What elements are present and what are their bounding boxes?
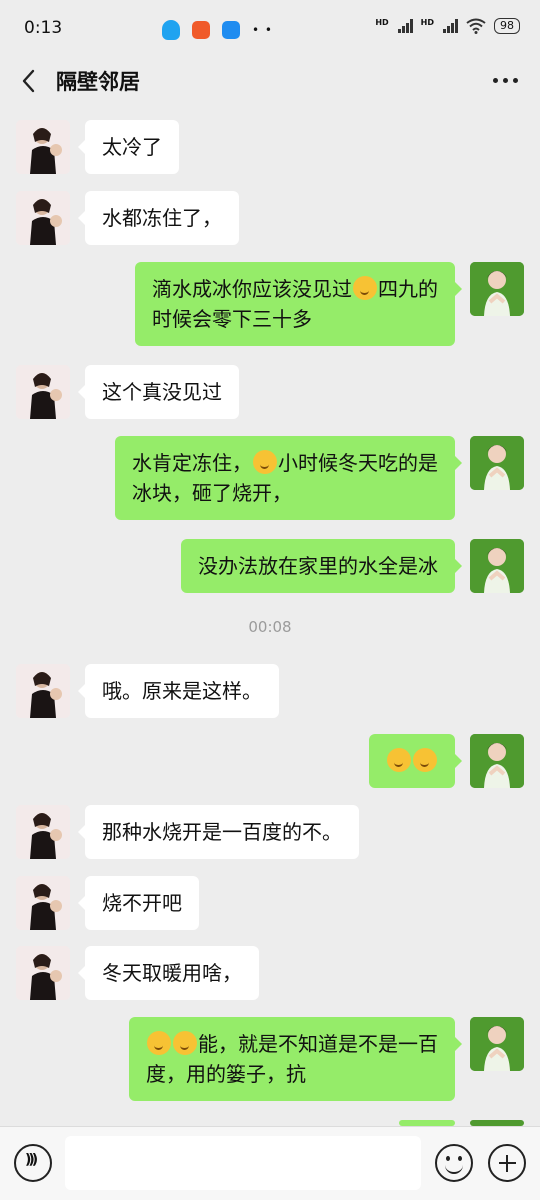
thinking-emoji-icon — [253, 450, 277, 474]
message-input[interactable] — [65, 1136, 421, 1190]
message-text: 水肯定冻住， — [132, 451, 252, 475]
qq-icon — [162, 20, 180, 40]
message-timestamp: 00:08 — [248, 618, 292, 636]
notification-icons: • • — [162, 20, 273, 40]
self-avatar[interactable] — [470, 539, 524, 593]
thinking-emoji-icon — [413, 748, 437, 772]
message-bubble[interactable]: 滴水成冰你应该没见过 四九的时候会零下三十多 — [135, 262, 462, 346]
message-text: 冰块，砸了烧开， — [132, 481, 292, 505]
back-icon[interactable] — [18, 68, 42, 94]
contact-avatar[interactable] — [16, 805, 70, 859]
contact-avatar[interactable] — [16, 191, 70, 245]
contact-avatar[interactable] — [16, 946, 70, 1000]
contact-avatar[interactable] — [16, 664, 70, 718]
self-avatar[interactable] — [470, 734, 524, 788]
status-indicators: HD HD 98 — [375, 18, 520, 34]
message-text: 时候会零下三十多 — [152, 307, 312, 331]
more-options-icon[interactable] — [493, 78, 518, 83]
status-time: 0:13 — [24, 18, 63, 38]
message-bubble[interactable]: 水肯定冻住， 小时候冬天吃的是冰块，砸了烧开， — [115, 436, 462, 520]
message-text: 度，用的篓子，抗 — [146, 1062, 306, 1086]
self-avatar[interactable] — [470, 262, 524, 316]
signal-icon — [443, 19, 458, 33]
message-bubble[interactable]: 这个真没见过 — [78, 365, 239, 419]
self-avatar[interactable] — [470, 436, 524, 490]
emoji-picker-icon[interactable] — [435, 1144, 473, 1182]
thinking-emoji-icon — [387, 748, 411, 772]
self-avatar[interactable] — [470, 1017, 524, 1071]
hd-label: HD — [375, 18, 389, 27]
input-bar — [0, 1126, 540, 1200]
message-text: 小时候冬天吃的是 — [278, 451, 438, 475]
thinking-emoji-icon — [353, 276, 377, 300]
message-bubble[interactable]: 水都冻住了， — [78, 191, 239, 245]
thinking-emoji-icon — [173, 1031, 197, 1055]
message-bubble[interactable]: 烧不开吧 — [78, 876, 199, 930]
app-notification-icon — [192, 21, 210, 39]
status-bar: 0:13 • • HD HD 98 — [0, 0, 540, 56]
message-bubble[interactable]: 冬天取暖用啥， — [78, 946, 259, 1000]
wifi-icon — [466, 18, 486, 34]
hd-label: HD — [420, 18, 434, 27]
chat-title: 隔壁邻居 — [56, 70, 140, 94]
voice-input-icon[interactable] — [14, 1144, 52, 1182]
app-notification-icon — [222, 21, 240, 39]
contact-avatar[interactable] — [16, 365, 70, 419]
contact-avatar[interactable] — [16, 120, 70, 174]
more-notifications-icon: • • — [252, 23, 273, 37]
more-actions-icon[interactable] — [488, 1144, 526, 1182]
chat-header: 隔壁邻居 — [0, 56, 540, 106]
contact-avatar[interactable] — [16, 876, 70, 930]
signal-icon — [397, 19, 413, 33]
message-text: 能，就是不知道是不是一百 — [198, 1032, 438, 1056]
message-text: 四九的 — [378, 277, 438, 301]
message-bubble[interactable]: 没办法放在家里的水全是冰 — [181, 539, 462, 593]
message-list[interactable]: 太冷了 水都冻住了， 滴水成冰你应该没见过 四九的 时候会零下三十多 这个真没见过 … — [0, 110, 540, 1126]
battery-indicator: 98 — [494, 18, 520, 34]
message-bubble[interactable]: 能，就是不知道是不是一百度，用的篓子，抗 — [129, 1017, 462, 1101]
thinking-emoji-icon — [147, 1031, 171, 1055]
emoji-message-bubble[interactable] — [369, 734, 462, 788]
message-bubble[interactable]: 太冷了 — [78, 120, 179, 174]
message-text: 滴水成冰你应该没见过 — [152, 277, 352, 301]
message-bubble[interactable]: 哦。原来是这样。 — [78, 664, 279, 718]
message-bubble[interactable]: 那种水烧开是一百度的不。 — [78, 805, 359, 859]
